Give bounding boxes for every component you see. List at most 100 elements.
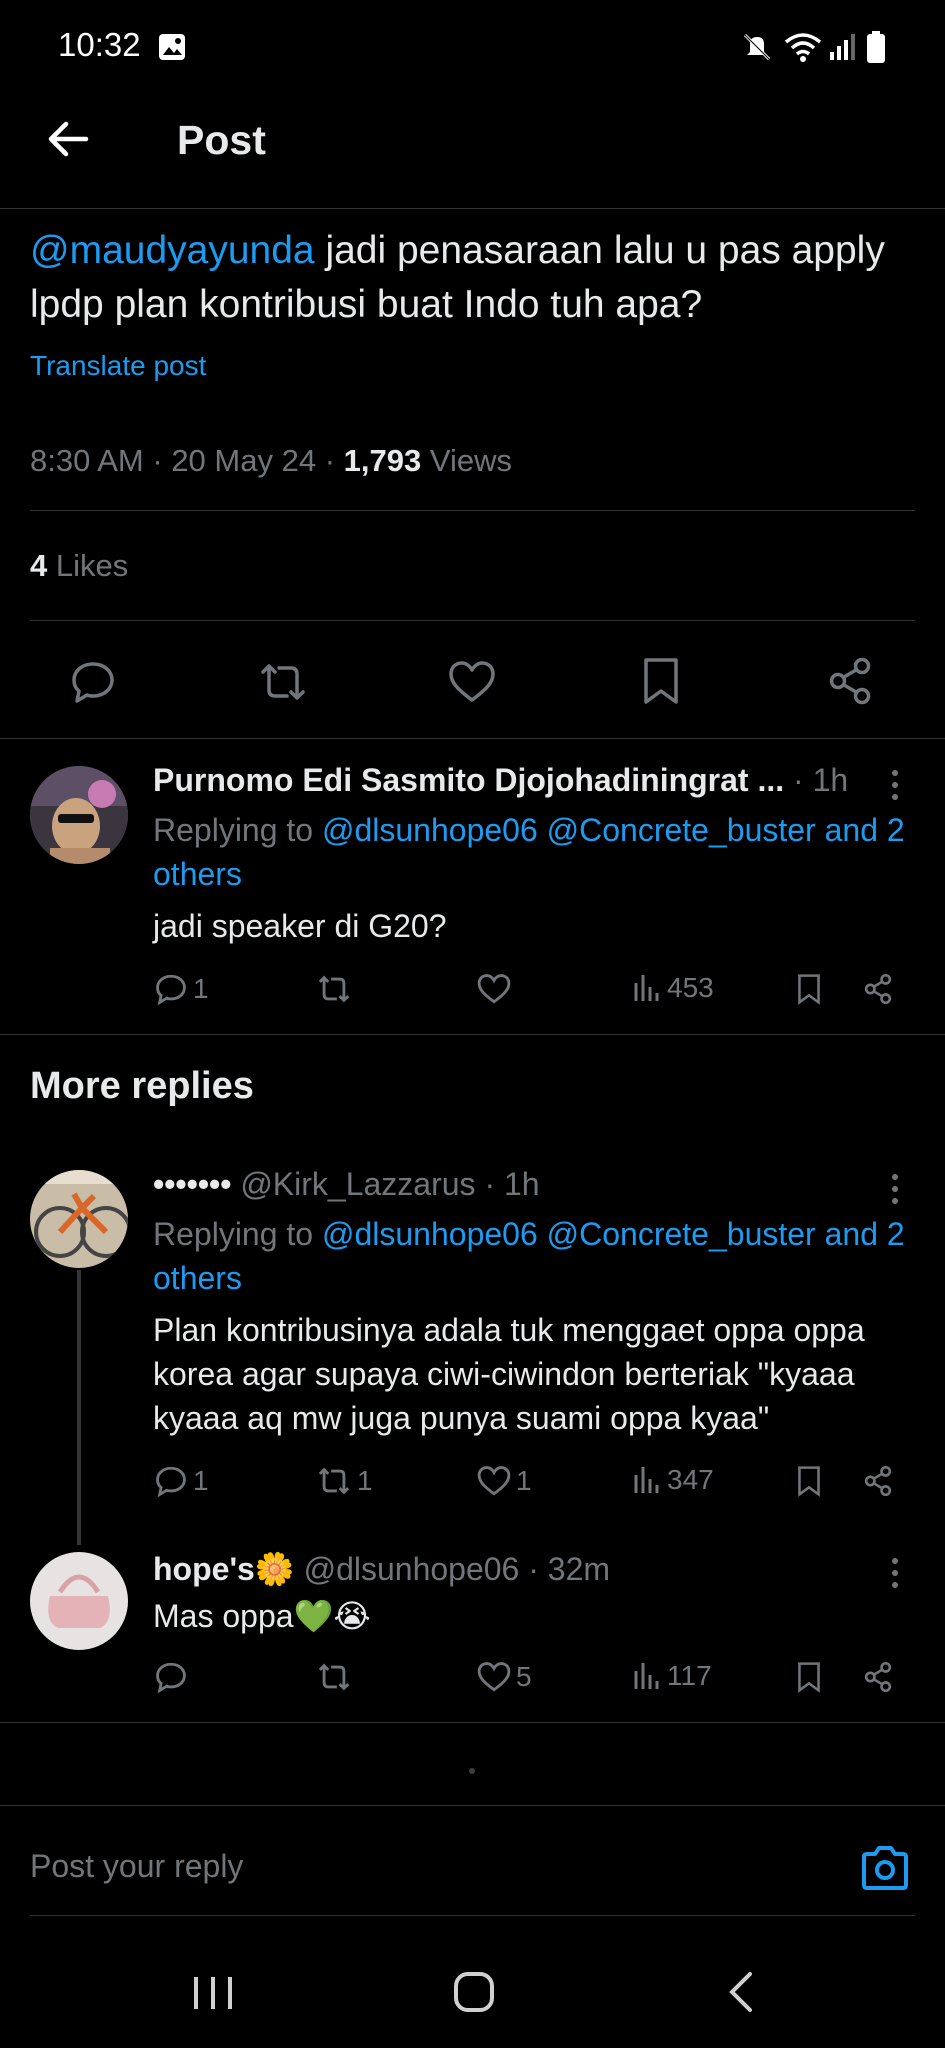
- divider: [0, 1805, 945, 1806]
- avatar[interactable]: [30, 1170, 128, 1268]
- bookmark-icon[interactable]: [795, 973, 823, 1005]
- replying-to: Replying to @dlsunhope06 @Concrete_buste…: [153, 1216, 905, 1296]
- likes-row[interactable]: 4 Likes: [30, 548, 128, 584]
- section-title: More replies: [30, 1065, 254, 1107]
- views-button[interactable]: 117: [633, 1660, 712, 1692]
- post-meta: 8:30 AM · 20 May 24 · 1,793 Views: [30, 443, 512, 478]
- divider: [30, 620, 915, 621]
- back-arrow-icon[interactable]: [46, 117, 90, 161]
- views-count: 1,793: [343, 443, 422, 478]
- more-options-icon[interactable]: [889, 1172, 901, 1206]
- views-count: 453: [667, 972, 714, 1003]
- repost-icon[interactable]: [257, 658, 309, 706]
- bookmark-icon[interactable]: [795, 1661, 823, 1693]
- analytics-icon: [634, 975, 659, 1001]
- like-icon[interactable]: [447, 658, 497, 706]
- reply-time: · 32m: [519, 1551, 611, 1587]
- reply-header: ••••••• @Kirk_Lazzarus · 1h: [153, 1166, 540, 1203]
- views-count: 117: [667, 1660, 712, 1691]
- reply-count: 1: [193, 1465, 209, 1496]
- share-icon[interactable]: [862, 973, 894, 1005]
- like-button[interactable]: 5: [476, 1660, 532, 1694]
- reply-button[interactable]: 1: [153, 1464, 209, 1498]
- page-title: Post: [177, 117, 266, 163]
- divider: [30, 1915, 915, 1916]
- repost-icon: [318, 975, 350, 1003]
- post-text: @maudyayunda jadi penasaraan lalu u pas …: [30, 224, 910, 332]
- likes-count: 4: [30, 548, 48, 583]
- more-options-icon[interactable]: [889, 768, 901, 802]
- repost-icon: [318, 1663, 350, 1691]
- wifi-icon: [784, 33, 822, 62]
- divider: [0, 208, 945, 209]
- status-time: 10:32: [58, 26, 141, 63]
- divider: [0, 738, 945, 739]
- repost-button[interactable]: [315, 1660, 357, 1694]
- repost-count: 1: [357, 1465, 373, 1496]
- like-button[interactable]: 1: [476, 1464, 532, 1498]
- views-button[interactable]: 347: [633, 1464, 714, 1496]
- like-count: 1: [516, 1465, 532, 1496]
- author-name[interactable]: •••••••: [153, 1166, 231, 1202]
- analytics-icon: [634, 1663, 659, 1689]
- like-icon: [477, 1662, 511, 1692]
- divider: [30, 510, 915, 511]
- author-handle[interactable]: @dlsunhope06: [295, 1551, 520, 1587]
- repost-button[interactable]: 1: [315, 1464, 373, 1498]
- author-handle[interactable]: @Kirk_Lazzarus: [231, 1166, 475, 1202]
- reply-button[interactable]: [153, 1660, 193, 1694]
- reply-text: jadi speaker di G20?: [153, 908, 447, 944]
- post-time: 8:30 AM: [30, 443, 144, 478]
- reply-time: · 1h: [475, 1166, 540, 1202]
- reply-icon[interactable]: [69, 658, 117, 706]
- divider: [0, 1722, 945, 1723]
- author-emoji: 🌼: [254, 1551, 295, 1587]
- battery-icon: [867, 31, 885, 63]
- thread-line: [77, 1270, 81, 1545]
- like-button[interactable]: [476, 972, 516, 1006]
- share-icon[interactable]: [862, 1465, 894, 1497]
- home-icon[interactable]: [452, 1970, 496, 2014]
- reply-text: Mas oppa💚😭: [153, 1598, 371, 1634]
- camera-icon[interactable]: [860, 1845, 910, 1891]
- reply-input[interactable]: Post your reply: [30, 1848, 243, 1885]
- reply-time: · 1h: [784, 762, 849, 798]
- recent-apps-icon[interactable]: [190, 1973, 236, 2013]
- share-icon[interactable]: [862, 1661, 894, 1693]
- reply-icon: [156, 1466, 186, 1498]
- post-date: 20 May 24: [171, 443, 317, 478]
- mute-icon: [743, 33, 771, 61]
- share-icon[interactable]: [826, 656, 874, 706]
- avatar[interactable]: [30, 1552, 128, 1650]
- bookmark-icon[interactable]: [795, 1465, 823, 1497]
- like-icon: [477, 1466, 511, 1496]
- reply-count: 1: [193, 973, 209, 1004]
- author-name[interactable]: Purnomo Edi Sasmito Djojohadiningrat ...: [153, 762, 784, 798]
- like-count: 5: [516, 1661, 532, 1692]
- more-options-icon[interactable]: [889, 1556, 901, 1590]
- nav-back-icon[interactable]: [726, 1970, 756, 2014]
- signal-icon: [830, 34, 855, 60]
- post-mention-link[interactable]: @maudyayunda: [30, 229, 315, 272]
- loading-indicator: [469, 1768, 475, 1774]
- analytics-icon: [634, 1467, 659, 1493]
- repost-button[interactable]: [315, 972, 357, 1006]
- like-icon: [477, 974, 511, 1004]
- reply-icon: [156, 974, 186, 1006]
- views-label: Views: [421, 443, 512, 478]
- translate-post-link[interactable]: Translate post: [30, 350, 206, 382]
- reply-button[interactable]: 1: [153, 972, 209, 1006]
- bookmark-icon[interactable]: [639, 656, 683, 706]
- replying-to: Replying to @dlsunhope06 @Concrete_buste…: [153, 812, 905, 892]
- reply-text: Plan kontribusinya adala tuk menggaet op…: [153, 1312, 865, 1436]
- views-button[interactable]: 453: [633, 972, 714, 1004]
- avatar[interactable]: [30, 766, 128, 864]
- views-count: 347: [667, 1464, 714, 1495]
- image-icon: [159, 34, 185, 60]
- reply-header: hope's🌼 @dlsunhope06 · 32m: [153, 1550, 610, 1588]
- author-name[interactable]: hope's: [153, 1551, 255, 1587]
- repost-icon: [318, 1467, 350, 1495]
- likes-label: Likes: [47, 548, 129, 583]
- reply-icon: [156, 1662, 186, 1694]
- divider: [0, 1034, 945, 1035]
